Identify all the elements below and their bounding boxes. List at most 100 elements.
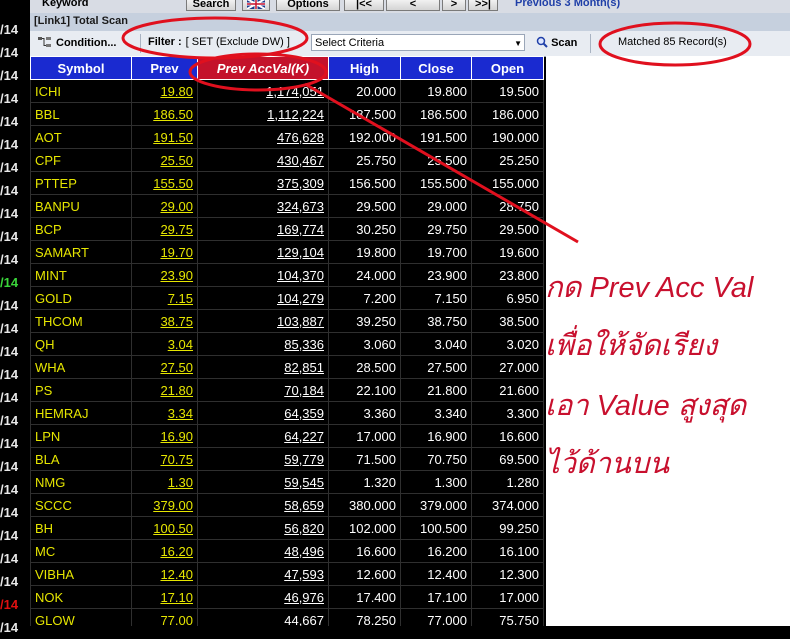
column-header-high[interactable]: High (328, 56, 401, 80)
prev-accval-cell[interactable]: 64,359 (197, 401, 329, 425)
high-cell: 25.750 (328, 148, 401, 172)
prev-cell[interactable]: 29.75 (131, 217, 198, 241)
previous-page-button[interactable]: < (386, 0, 440, 11)
prev-cell[interactable]: 17.10 (131, 585, 198, 609)
prev-cell[interactable]: 23.90 (131, 263, 198, 287)
prev-accval-cell[interactable]: 104,279 (197, 286, 329, 310)
close-cell: 19.800 (400, 79, 472, 103)
column-header-prev-accval[interactable]: Prev AccVal(K) (197, 56, 329, 80)
toolbar-divider (140, 34, 141, 53)
column-header-open[interactable]: Open (471, 56, 544, 80)
condition-label: Condition... (56, 37, 117, 49)
table-row[interactable]: LPN 16.90 64,227 17.000 16.900 16.600 (30, 424, 544, 448)
prev-cell[interactable]: 27.50 (131, 355, 198, 379)
search-button[interactable]: Search (186, 0, 236, 11)
background-date-label: /14 (0, 436, 19, 451)
prev-cell[interactable]: 3.04 (131, 332, 198, 356)
table-row[interactable]: SAMART 19.70 129,104 19.800 19.700 19.600 (30, 240, 544, 264)
prev-accval-cell[interactable]: 1,174,051 (197, 79, 329, 103)
table-row[interactable]: CPF 25.50 430,467 25.750 25.500 25.250 (30, 148, 544, 172)
table-row[interactable]: NMG 1.30 59,545 1.320 1.300 1.280 (30, 470, 544, 494)
prev-accval-cell[interactable]: 58,659 (197, 493, 329, 517)
table-row[interactable]: MINT 23.90 104,370 24.000 23.900 23.800 (30, 263, 544, 287)
prev-cell[interactable]: 155.50 (131, 171, 198, 195)
table-row[interactable]: PTTEP 155.50 375,309 156.500 155.500 155.000 (30, 171, 544, 195)
table-row[interactable]: THCOM 38.75 103,887 39.250 38.750 38.500 (30, 309, 544, 333)
next-page-button[interactable]: > (442, 0, 466, 11)
symbol-cell: CPF (30, 148, 132, 172)
prev-accval-cell[interactable]: 476,628 (197, 125, 329, 149)
prev-cell[interactable]: 3.34 (131, 401, 198, 425)
prev-accval-cell[interactable]: 104,370 (197, 263, 329, 287)
close-cell: 21.800 (400, 378, 472, 402)
prev-accval-cell[interactable]: 375,309 (197, 171, 329, 195)
prev-accval-cell[interactable]: 48,496 (197, 539, 329, 563)
table-row[interactable]: MC 16.20 48,496 16.600 16.200 16.100 (30, 539, 544, 563)
prev-accval-cell[interactable]: 47,593 (197, 562, 329, 586)
prev-accval-cell[interactable]: 70,184 (197, 378, 329, 402)
prev-accval-cell[interactable]: 64,227 (197, 424, 329, 448)
prev-accval-cell[interactable]: 103,887 (197, 309, 329, 333)
prev-cell[interactable]: 186.50 (131, 102, 198, 126)
table-row[interactable]: AOT 191.50 476,628 192.000 191.500 190.000 (30, 125, 544, 149)
open-cell: 69.500 (471, 447, 544, 471)
criteria-select[interactable]: Select Criteria ▼ (311, 34, 525, 51)
prev-accval-cell[interactable]: 59,545 (197, 470, 329, 494)
table-row[interactable]: SCCC 379.00 58,659 380.000 379.000 374.000 (30, 493, 544, 517)
first-page-button[interactable]: |<< (344, 0, 384, 11)
prev-cell[interactable]: 21.80 (131, 378, 198, 402)
last-page-button[interactable]: >>| (468, 0, 498, 11)
table-row[interactable]: VIBHA 12.40 47,593 12.600 12.400 12.300 (30, 562, 544, 586)
options-button[interactable]: Options (276, 0, 340, 11)
prev-cell[interactable]: 16.90 (131, 424, 198, 448)
table-row[interactable]: NOK 17.10 46,976 17.400 17.100 17.000 (30, 585, 544, 609)
prev-accval-cell[interactable]: 59,779 (197, 447, 329, 471)
table-row[interactable]: GOLD 7.15 104,279 7.200 7.150 6.950 (30, 286, 544, 310)
column-header-symbol[interactable]: Symbol (30, 56, 132, 80)
table-row[interactable]: BLA 70.75 59,779 71.500 70.750 69.500 (30, 447, 544, 471)
prev-accval-cell[interactable]: 430,467 (197, 148, 329, 172)
prev-cell[interactable]: 191.50 (131, 125, 198, 149)
table-row[interactable]: HEMRAJ 3.34 64,359 3.360 3.340 3.300 (30, 401, 544, 425)
scan-button[interactable]: Scan (536, 36, 577, 49)
prev-accval-cell[interactable]: 85,336 (197, 332, 329, 356)
flag-icon[interactable] (242, 0, 270, 11)
prev-cell[interactable]: 25.50 (131, 148, 198, 172)
condition-button[interactable]: Condition... (38, 36, 116, 49)
prev-cell[interactable]: 7.15 (131, 286, 198, 310)
prev-cell[interactable]: 12.40 (131, 562, 198, 586)
prev-cell[interactable]: 19.70 (131, 240, 198, 264)
table-row[interactable]: BANPU 29.00 324,673 29.500 29.000 28.750 (30, 194, 544, 218)
prev-cell[interactable]: 19.80 (131, 79, 198, 103)
filter-label: Filter : (148, 36, 182, 48)
column-header-prev[interactable]: Prev (131, 56, 198, 80)
prev-accval-cell[interactable]: 169,774 (197, 217, 329, 241)
prev-accval-cell[interactable]: 1,112,224 (197, 102, 329, 126)
prev-cell[interactable]: 70.75 (131, 447, 198, 471)
table-row[interactable]: WHA 27.50 82,851 28.500 27.500 27.000 (30, 355, 544, 379)
table-row[interactable]: QH 3.04 85,336 3.060 3.040 3.020 (30, 332, 544, 356)
prev-accval-cell[interactable]: 129,104 (197, 240, 329, 264)
prev-accval-cell[interactable]: 46,976 (197, 585, 329, 609)
prev-accval-cell[interactable]: 56,820 (197, 516, 329, 540)
column-header-close[interactable]: Close (400, 56, 472, 80)
chevron-down-icon[interactable]: ▼ (514, 35, 522, 52)
prev-cell[interactable]: 1.30 (131, 470, 198, 494)
previous-range-link[interactable]: Previous 3 Month(s) (515, 0, 620, 9)
prev-cell[interactable]: 16.20 (131, 539, 198, 563)
prev-cell[interactable]: 29.00 (131, 194, 198, 218)
prev-accval-cell[interactable]: 324,673 (197, 194, 329, 218)
table-row[interactable]: PS 21.80 70,184 22.100 21.800 21.600 (30, 378, 544, 402)
prev-cell[interactable]: 379.00 (131, 493, 198, 517)
prev-cell[interactable]: 100.50 (131, 516, 198, 540)
background-date-label: /14 (0, 482, 19, 497)
table-row[interactable]: ICHI 19.80 1,174,051 20.000 19.800 19.500 (30, 79, 544, 103)
table-header-row: Symbol Prev Prev AccVal(K) High Close Op… (30, 56, 544, 80)
open-cell: 1.280 (471, 470, 544, 494)
filter-display[interactable]: Filter :[ SET (Exclude DW) ] (148, 36, 290, 48)
table-row[interactable]: BBL 186.50 1,112,224 187.500 186.500 186.000 (30, 102, 544, 126)
table-row[interactable]: BH 100.50 56,820 102.000 100.500 99.250 (30, 516, 544, 540)
table-row[interactable]: BCP 29.75 169,774 30.250 29.750 29.500 (30, 217, 544, 241)
prev-accval-cell[interactable]: 82,851 (197, 355, 329, 379)
prev-cell[interactable]: 38.75 (131, 309, 198, 333)
